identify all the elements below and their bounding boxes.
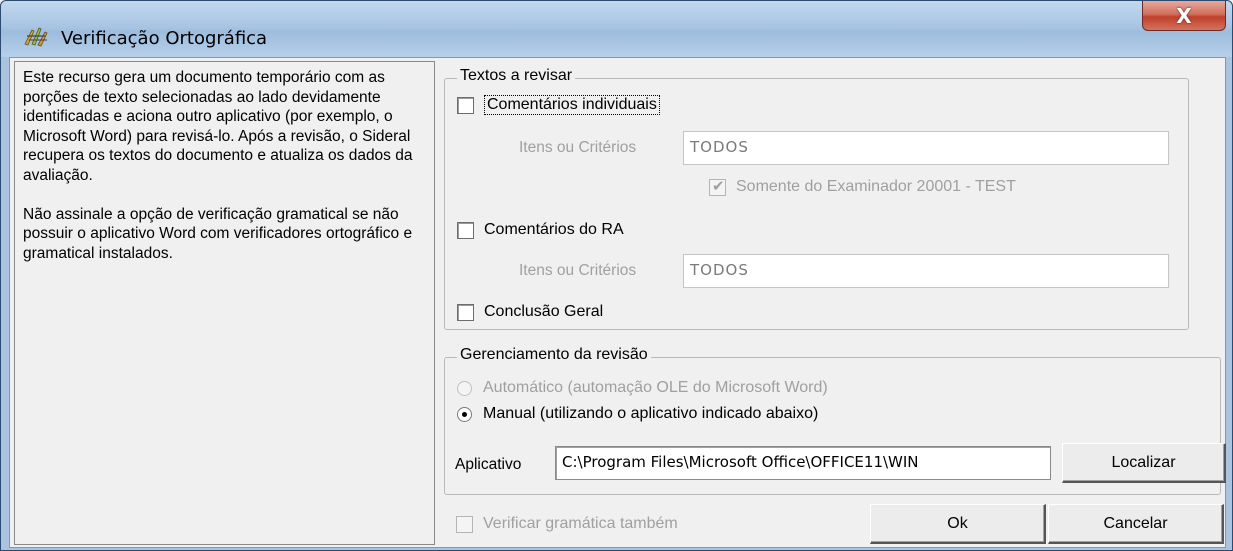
aplicativo-label: Aplicativo [455, 456, 522, 473]
dialog-window: Verificação Ortográfica X Este recurso g… [0, 0, 1233, 551]
localizar-button[interactable]: Localizar [1062, 443, 1226, 483]
checkbox-box[interactable] [456, 515, 473, 533]
automatico-radio[interactable]: Automático (automação OLE do Microsoft W… [457, 379, 828, 397]
spell-check-app-icon [24, 27, 48, 47]
ok-button[interactable]: Ok [870, 504, 1046, 544]
window-title: Verificação Ortográfica [61, 28, 268, 49]
comentarios-ra-label: Comentários do RA [484, 221, 624, 238]
somente-examinador-checkbox[interactable]: ✔ Somente do Examinador 20001 - TEST [709, 178, 1016, 196]
verificar-gramatica-label: Verificar gramática também [483, 515, 678, 532]
textos-legend: Textos a revisar [457, 67, 576, 85]
cancelar-button[interactable]: Cancelar [1048, 504, 1224, 544]
dialog-client-area: Este recurso gera um documento temporári… [9, 57, 1226, 548]
checkmark-icon: ✔ [712, 177, 725, 195]
itens-criterios-field-1[interactable]: TODOS [683, 131, 1169, 165]
manual-label: Manual (utilizando o aplicativo indicado… [483, 405, 819, 422]
info-panel: Este recurso gera um documento temporári… [14, 61, 435, 545]
itens-criterios-label-1: Itens ou Critérios [519, 139, 637, 156]
info-paragraph-1: Este recurso gera um documento temporári… [23, 69, 413, 184]
checkbox-box[interactable] [457, 221, 474, 239]
close-button[interactable]: X [1142, 1, 1226, 31]
gerenciamento-group: Gerenciamento da revisão Automático (aut… [444, 346, 1226, 495]
gerenciamento-legend: Gerenciamento da revisão [457, 346, 651, 364]
somente-examinador-label: Somente do Examinador 20001 - TEST [736, 178, 1016, 195]
itens-criterios-label-2: Itens ou Critérios [519, 262, 637, 279]
verificar-gramatica-checkbox[interactable]: Verificar gramática também [456, 515, 678, 533]
comentarios-individuais-checkbox[interactable]: Comentários individuais [457, 95, 660, 115]
radio-dot[interactable] [457, 406, 472, 422]
aplicativo-path-field[interactable]: C:\Program Files\Microsoft Office\OFFICE… [555, 446, 1051, 480]
comentarios-individuais-label: Comentários individuais [484, 95, 660, 115]
conclusao-geral-label: Conclusão Geral [484, 303, 604, 320]
automatico-label: Automático (automação OLE do Microsoft W… [483, 379, 828, 396]
title-bar[interactable]: Verificação Ortográfica X [1, 1, 1232, 57]
checkbox-box[interactable] [457, 96, 474, 114]
radio-dot[interactable] [457, 380, 472, 396]
conclusao-geral-checkbox[interactable]: Conclusão Geral [457, 303, 603, 321]
close-icon: X [1176, 3, 1192, 28]
info-paragraph-2: Não assinale a opção de verificação gram… [23, 205, 413, 262]
itens-criterios-field-2[interactable]: TODOS [683, 254, 1169, 288]
checkbox-box[interactable] [457, 303, 474, 321]
comentarios-ra-checkbox[interactable]: Comentários do RA [457, 221, 624, 239]
manual-radio[interactable]: Manual (utilizando o aplicativo indicado… [457, 405, 818, 423]
checkbox-box[interactable]: ✔ [709, 177, 726, 196]
textos-group: Textos a revisar Comentários individuais… [444, 67, 1189, 330]
